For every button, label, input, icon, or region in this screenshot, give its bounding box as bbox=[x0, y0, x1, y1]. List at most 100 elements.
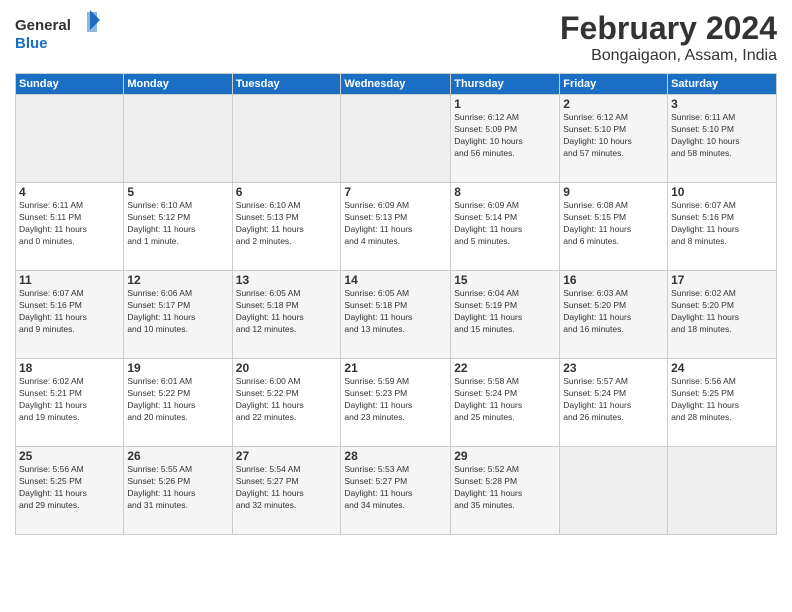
svg-text:Blue: Blue bbox=[15, 35, 48, 52]
day-info: Sunrise: 6:02 AMSunset: 5:20 PMDaylight:… bbox=[671, 288, 773, 336]
header-saturday: Saturday bbox=[668, 74, 777, 95]
day-cell-1-3: 7Sunrise: 6:09 AMSunset: 5:13 PMDaylight… bbox=[341, 183, 451, 271]
main-title: February 2024 bbox=[560, 10, 777, 47]
day-info: Sunrise: 6:03 AMSunset: 5:20 PMDaylight:… bbox=[563, 288, 664, 336]
day-info: Sunrise: 5:57 AMSunset: 5:24 PMDaylight:… bbox=[563, 376, 664, 424]
day-number: 7 bbox=[344, 185, 447, 199]
day-number: 6 bbox=[236, 185, 338, 199]
day-number: 8 bbox=[454, 185, 556, 199]
day-cell-2-5: 16Sunrise: 6:03 AMSunset: 5:20 PMDayligh… bbox=[560, 271, 668, 359]
day-cell-2-6: 17Sunrise: 6:02 AMSunset: 5:20 PMDayligh… bbox=[668, 271, 777, 359]
day-number: 15 bbox=[454, 273, 556, 287]
calendar-header-row: SundayMondayTuesdayWednesdayThursdayFrid… bbox=[16, 74, 777, 95]
week-row-3: 11Sunrise: 6:07 AMSunset: 5:16 PMDayligh… bbox=[16, 271, 777, 359]
day-cell-2-2: 13Sunrise: 6:05 AMSunset: 5:18 PMDayligh… bbox=[232, 271, 341, 359]
day-number: 4 bbox=[19, 185, 120, 199]
day-number: 21 bbox=[344, 361, 447, 375]
day-info: Sunrise: 6:05 AMSunset: 5:18 PMDaylight:… bbox=[236, 288, 338, 336]
day-cell-4-6 bbox=[668, 447, 777, 535]
day-number: 24 bbox=[671, 361, 773, 375]
day-number: 5 bbox=[127, 185, 228, 199]
day-number: 16 bbox=[563, 273, 664, 287]
title-block: February 2024 Bongaigaon, Assam, India bbox=[560, 10, 777, 65]
day-info: Sunrise: 5:56 AMSunset: 5:25 PMDaylight:… bbox=[19, 464, 120, 512]
subtitle: Bongaigaon, Assam, India bbox=[560, 47, 777, 65]
day-info: Sunrise: 6:05 AMSunset: 5:18 PMDaylight:… bbox=[344, 288, 447, 336]
header-sunday: Sunday bbox=[16, 74, 124, 95]
day-info: Sunrise: 6:09 AMSunset: 5:14 PMDaylight:… bbox=[454, 200, 556, 248]
day-cell-3-6: 24Sunrise: 5:56 AMSunset: 5:25 PMDayligh… bbox=[668, 359, 777, 447]
day-cell-3-2: 20Sunrise: 6:00 AMSunset: 5:22 PMDayligh… bbox=[232, 359, 341, 447]
week-row-4: 18Sunrise: 6:02 AMSunset: 5:21 PMDayligh… bbox=[16, 359, 777, 447]
day-info: Sunrise: 6:10 AMSunset: 5:13 PMDaylight:… bbox=[236, 200, 338, 248]
header-tuesday: Tuesday bbox=[232, 74, 341, 95]
week-row-5: 25Sunrise: 5:56 AMSunset: 5:25 PMDayligh… bbox=[16, 447, 777, 535]
day-cell-1-2: 6Sunrise: 6:10 AMSunset: 5:13 PMDaylight… bbox=[232, 183, 341, 271]
day-cell-0-1 bbox=[124, 95, 232, 183]
day-info: Sunrise: 5:55 AMSunset: 5:26 PMDaylight:… bbox=[127, 464, 228, 512]
day-number: 29 bbox=[454, 449, 556, 463]
page: General Blue February 2024 Bongaigaon, A… bbox=[0, 0, 792, 612]
day-cell-4-0: 25Sunrise: 5:56 AMSunset: 5:25 PMDayligh… bbox=[16, 447, 124, 535]
header: General Blue February 2024 Bongaigaon, A… bbox=[15, 10, 777, 65]
day-cell-2-1: 12Sunrise: 6:06 AMSunset: 5:17 PMDayligh… bbox=[124, 271, 232, 359]
day-cell-1-6: 10Sunrise: 6:07 AMSunset: 5:16 PMDayligh… bbox=[668, 183, 777, 271]
day-number: 13 bbox=[236, 273, 338, 287]
day-cell-2-4: 15Sunrise: 6:04 AMSunset: 5:19 PMDayligh… bbox=[451, 271, 560, 359]
header-friday: Friday bbox=[560, 74, 668, 95]
day-cell-1-0: 4Sunrise: 6:11 AMSunset: 5:11 PMDaylight… bbox=[16, 183, 124, 271]
day-info: Sunrise: 5:53 AMSunset: 5:27 PMDaylight:… bbox=[344, 464, 447, 512]
day-info: Sunrise: 6:00 AMSunset: 5:22 PMDaylight:… bbox=[236, 376, 338, 424]
day-number: 27 bbox=[236, 449, 338, 463]
day-cell-0-4: 1Sunrise: 6:12 AMSunset: 5:09 PMDaylight… bbox=[451, 95, 560, 183]
day-number: 17 bbox=[671, 273, 773, 287]
day-cell-1-1: 5Sunrise: 6:10 AMSunset: 5:12 PMDaylight… bbox=[124, 183, 232, 271]
day-number: 18 bbox=[19, 361, 120, 375]
day-info: Sunrise: 6:10 AMSunset: 5:12 PMDaylight:… bbox=[127, 200, 228, 248]
day-number: 25 bbox=[19, 449, 120, 463]
day-info: Sunrise: 6:11 AMSunset: 5:10 PMDaylight:… bbox=[671, 112, 773, 160]
day-cell-4-5 bbox=[560, 447, 668, 535]
day-info: Sunrise: 5:59 AMSunset: 5:23 PMDaylight:… bbox=[344, 376, 447, 424]
day-cell-3-4: 22Sunrise: 5:58 AMSunset: 5:24 PMDayligh… bbox=[451, 359, 560, 447]
day-info: Sunrise: 5:52 AMSunset: 5:28 PMDaylight:… bbox=[454, 464, 556, 512]
day-info: Sunrise: 6:08 AMSunset: 5:15 PMDaylight:… bbox=[563, 200, 664, 248]
day-info: Sunrise: 6:09 AMSunset: 5:13 PMDaylight:… bbox=[344, 200, 447, 248]
day-cell-3-1: 19Sunrise: 6:01 AMSunset: 5:22 PMDayligh… bbox=[124, 359, 232, 447]
day-info: Sunrise: 6:06 AMSunset: 5:17 PMDaylight:… bbox=[127, 288, 228, 336]
day-info: Sunrise: 6:01 AMSunset: 5:22 PMDaylight:… bbox=[127, 376, 228, 424]
day-info: Sunrise: 5:58 AMSunset: 5:24 PMDaylight:… bbox=[454, 376, 556, 424]
day-info: Sunrise: 6:12 AMSunset: 5:09 PMDaylight:… bbox=[454, 112, 556, 160]
day-cell-0-5: 2Sunrise: 6:12 AMSunset: 5:10 PMDaylight… bbox=[560, 95, 668, 183]
day-info: Sunrise: 6:07 AMSunset: 5:16 PMDaylight:… bbox=[671, 200, 773, 248]
day-info: Sunrise: 6:07 AMSunset: 5:16 PMDaylight:… bbox=[19, 288, 120, 336]
day-cell-1-4: 8Sunrise: 6:09 AMSunset: 5:14 PMDaylight… bbox=[451, 183, 560, 271]
day-number: 19 bbox=[127, 361, 228, 375]
day-cell-2-3: 14Sunrise: 6:05 AMSunset: 5:18 PMDayligh… bbox=[341, 271, 451, 359]
header-thursday: Thursday bbox=[451, 74, 560, 95]
day-cell-4-2: 27Sunrise: 5:54 AMSunset: 5:27 PMDayligh… bbox=[232, 447, 341, 535]
day-cell-1-5: 9Sunrise: 6:08 AMSunset: 5:15 PMDaylight… bbox=[560, 183, 668, 271]
day-cell-2-0: 11Sunrise: 6:07 AMSunset: 5:16 PMDayligh… bbox=[16, 271, 124, 359]
day-cell-0-2 bbox=[232, 95, 341, 183]
day-number: 1 bbox=[454, 97, 556, 111]
day-cell-3-5: 23Sunrise: 5:57 AMSunset: 5:24 PMDayligh… bbox=[560, 359, 668, 447]
header-monday: Monday bbox=[124, 74, 232, 95]
day-info: Sunrise: 5:56 AMSunset: 5:25 PMDaylight:… bbox=[671, 376, 773, 424]
day-cell-3-0: 18Sunrise: 6:02 AMSunset: 5:21 PMDayligh… bbox=[16, 359, 124, 447]
day-number: 11 bbox=[19, 273, 120, 287]
day-cell-0-0 bbox=[16, 95, 124, 183]
day-info: Sunrise: 6:04 AMSunset: 5:19 PMDaylight:… bbox=[454, 288, 556, 336]
day-cell-0-3 bbox=[341, 95, 451, 183]
day-cell-0-6: 3Sunrise: 6:11 AMSunset: 5:10 PMDaylight… bbox=[668, 95, 777, 183]
day-cell-4-4: 29Sunrise: 5:52 AMSunset: 5:28 PMDayligh… bbox=[451, 447, 560, 535]
logo: General Blue bbox=[15, 10, 105, 55]
logo-svg: General Blue bbox=[15, 10, 105, 55]
day-number: 22 bbox=[454, 361, 556, 375]
day-info: Sunrise: 6:02 AMSunset: 5:21 PMDaylight:… bbox=[19, 376, 120, 424]
day-number: 20 bbox=[236, 361, 338, 375]
day-number: 23 bbox=[563, 361, 664, 375]
day-number: 3 bbox=[671, 97, 773, 111]
calendar-table: SundayMondayTuesdayWednesdayThursdayFrid… bbox=[15, 73, 777, 535]
week-row-1: 1Sunrise: 6:12 AMSunset: 5:09 PMDaylight… bbox=[16, 95, 777, 183]
